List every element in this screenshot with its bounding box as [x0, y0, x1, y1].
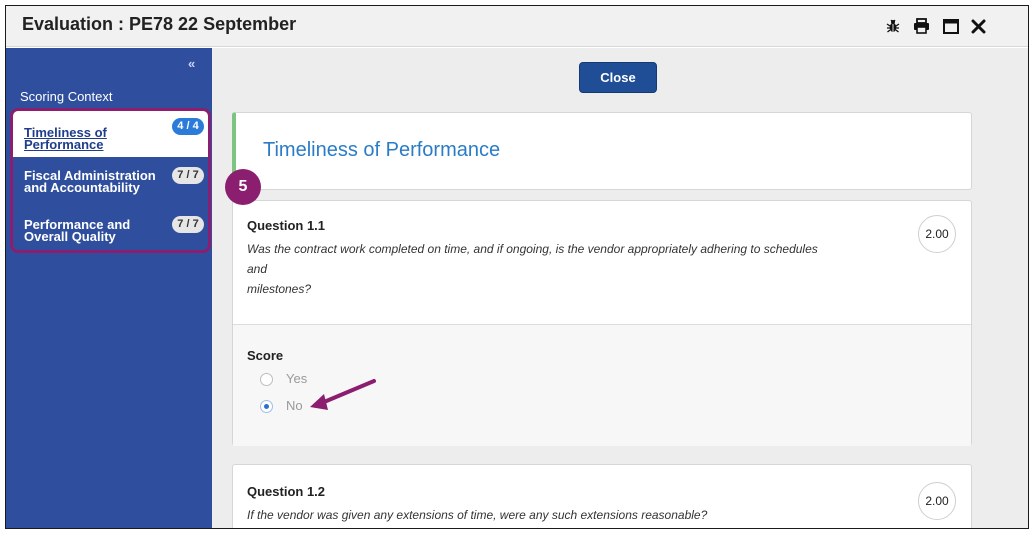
sidebar-item-fiscal-administration[interactable]: Fiscal Administration and Accountability…	[13, 160, 208, 206]
sidebar-item-label: Timeliness of Performance	[24, 125, 107, 152]
progress-badge: 7 / 7	[172, 216, 204, 233]
progress-badge: 4 / 4	[172, 118, 204, 135]
radio-button-selected[interactable]	[260, 400, 273, 413]
bug-icon[interactable]	[882, 15, 904, 37]
question-title: Question 1.1	[247, 218, 326, 233]
step-marker: 5	[225, 169, 261, 205]
sidebar-item-label: Fiscal Administration and Accountability	[24, 168, 156, 195]
question-text-line: Was the contract work completed on time,…	[247, 242, 818, 256]
question-text: If the vendor was given any extensions o…	[247, 505, 897, 525]
score-option-label: Yes	[286, 371, 308, 386]
section-title: Timeliness of Performance	[263, 139, 501, 161]
collapse-sidebar-icon[interactable]: «	[188, 56, 195, 71]
sidebar-item-label: Performance and Overall Quality	[24, 217, 131, 244]
section-header-card: Timeliness of Performance	[232, 112, 972, 190]
question-text: Was the contract work completed on time,…	[247, 239, 897, 299]
question-text-line: and	[247, 262, 268, 276]
window-title: Evaluation : PE78 22 September	[22, 14, 297, 34]
question-card: Question 1.1 2.00 Was the contract work …	[232, 200, 972, 446]
main-content: Close Timeliness of Performance Question…	[212, 48, 1028, 528]
print-icon[interactable]	[910, 15, 932, 37]
question-text-line: milestones?	[247, 282, 312, 296]
evaluation-window: Evaluation : PE78 22 September « Scoring…	[5, 5, 1029, 529]
score-label: Score	[247, 348, 284, 363]
progress-badge: 7 / 7	[172, 167, 204, 184]
question-text-line: If the vendor was given any extensions o…	[247, 508, 708, 522]
score-area: Score Yes No	[233, 325, 971, 446]
maximize-icon[interactable]	[940, 15, 962, 37]
section-nav-highlight: Timeliness of Performance 4 / 4 Fiscal A…	[10, 108, 211, 253]
radio-button[interactable]	[260, 373, 273, 386]
close-icon[interactable]	[967, 15, 989, 37]
question-card: Question 1.2 2.00 If the vendor was give…	[232, 464, 972, 528]
close-button[interactable]: Close	[579, 62, 657, 93]
points-badge: 2.00	[918, 482, 956, 520]
score-option-label: No	[286, 398, 303, 413]
scoring-context-heading: Scoring Context	[20, 89, 113, 104]
points-badge: 2.00	[918, 215, 956, 253]
sidebar-item-timeliness-of-performance[interactable]: Timeliness of Performance 4 / 4	[13, 111, 208, 157]
sidebar: « Scoring Context Timeliness of Performa…	[6, 48, 212, 528]
sidebar-item-performance-and-overall-quality[interactable]: Performance and Overall Quality 7 / 7	[13, 209, 208, 250]
title-bar: Evaluation : PE78 22 September	[6, 6, 1028, 47]
question-title: Question 1.2	[247, 484, 326, 499]
